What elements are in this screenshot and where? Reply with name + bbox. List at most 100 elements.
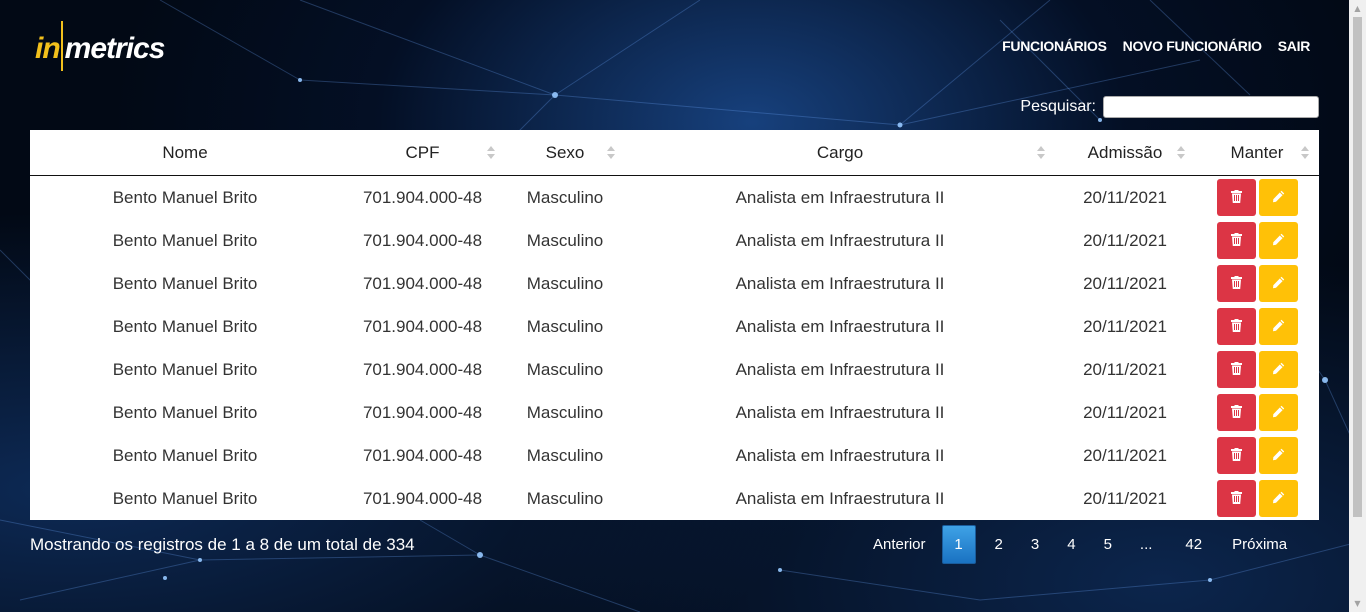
table-row: Bento Manuel Brito 701.904.000-48 Masculin… <box>30 477 1319 520</box>
sort-icon <box>1301 146 1309 160</box>
logo-metrics: metrics <box>64 31 166 65</box>
scroll-down-arrow-icon[interactable]: ▼ <box>1349 595 1366 612</box>
employees-table: Nome CPF Sexo Cargo Admissão Manter Bent… <box>30 130 1319 520</box>
cell-sexo: Masculino <box>526 273 604 293</box>
column-label-cpf: CPF <box>405 142 440 162</box>
cell-manter <box>1195 305 1319 348</box>
column-label-nome: Nome <box>162 142 208 162</box>
pencil-icon <box>1272 274 1285 294</box>
table-row: Bento Manuel Brito 701.904.000-48 Masculin… <box>30 176 1319 220</box>
delete-button[interactable] <box>1216 222 1256 259</box>
logo-in: in <box>35 31 61 65</box>
cell-cargo: Analista em Infraestrutura II <box>735 316 945 336</box>
cell-nome: Bento Manuel Brito <box>112 316 258 336</box>
table-row: Bento Manuel Brito 701.904.000-48 Masculin… <box>30 391 1319 434</box>
delete-button[interactable] <box>1216 351 1256 388</box>
column-header-sexo[interactable]: Sexo <box>505 130 625 176</box>
inmetrics-logo[interactable]: in metrics <box>35 21 166 75</box>
cell-admissao: 20/11/2021 <box>1083 488 1167 508</box>
pagination-page-1[interactable]: 1 <box>941 525 976 564</box>
delete-button[interactable] <box>1216 480 1256 517</box>
column-label-admissao: Admissão <box>1087 142 1163 162</box>
cell-manter <box>1195 176 1319 220</box>
delete-button[interactable] <box>1216 265 1256 302</box>
cell-sexo: Masculino <box>526 359 604 379</box>
cell-cpf: 701.904.000-48 <box>362 402 483 422</box>
pagination-ellipsis: ... <box>1139 535 1153 553</box>
pagination-previous-button[interactable]: Anterior <box>862 526 937 564</box>
nav-funcionarios-link[interactable]: FUNCIONÁRIOS <box>1002 38 1107 54</box>
cell-manter <box>1195 477 1319 520</box>
cell-sexo: Masculino <box>526 445 604 465</box>
edit-button[interactable] <box>1258 179 1298 216</box>
pagination-page-2[interactable]: 2 <box>981 526 1017 564</box>
sort-icon <box>1177 146 1185 160</box>
delete-button[interactable] <box>1216 437 1256 474</box>
delete-button[interactable] <box>1216 308 1256 345</box>
cell-nome: Bento Manuel Brito <box>112 402 258 422</box>
pagination-next-button[interactable]: Próxima <box>1221 526 1298 564</box>
table-row: Bento Manuel Brito 701.904.000-48 Masculin… <box>30 434 1319 477</box>
edit-button[interactable] <box>1258 308 1298 345</box>
sort-icon <box>607 146 615 160</box>
cell-nome: Bento Manuel Brito <box>112 488 258 508</box>
pencil-icon <box>1272 403 1285 423</box>
column-header-cargo[interactable]: Cargo <box>625 130 1055 176</box>
logo-divider <box>60 21 63 71</box>
edit-button[interactable] <box>1258 351 1298 388</box>
pagination-page-3[interactable]: 3 <box>1017 526 1053 564</box>
cell-cargo: Analista em Infraestrutura II <box>735 273 945 293</box>
edit-button[interactable] <box>1258 437 1298 474</box>
cell-sexo: Masculino <box>526 488 604 508</box>
trash-icon <box>1230 489 1242 509</box>
pencil-icon <box>1272 446 1285 466</box>
cell-nome: Bento Manuel Brito <box>112 230 258 250</box>
edit-button[interactable] <box>1258 265 1298 302</box>
pagination-page-42[interactable]: 42 <box>1166 526 1221 564</box>
cell-cargo: Analista em Infraestrutura II <box>735 402 945 422</box>
column-header-admissao[interactable]: Admissão <box>1055 130 1195 176</box>
cell-admissao: 20/11/2021 <box>1083 316 1167 336</box>
vertical-scrollbar[interactable]: ▲ ▼ <box>1349 0 1366 612</box>
pagination-page-5[interactable]: 5 <box>1090 526 1126 564</box>
delete-button[interactable] <box>1216 394 1256 431</box>
pagination-page-4[interactable]: 4 <box>1053 526 1089 564</box>
trash-icon <box>1230 446 1242 466</box>
cell-nome: Bento Manuel Brito <box>112 187 258 207</box>
table-header: Nome CPF Sexo Cargo Admissão Manter <box>30 130 1319 176</box>
delete-button[interactable] <box>1216 179 1256 216</box>
pencil-icon <box>1272 231 1285 251</box>
cell-manter <box>1195 262 1319 305</box>
column-header-nome[interactable]: Nome <box>30 130 340 176</box>
edit-button[interactable] <box>1258 480 1298 517</box>
cell-sexo: Masculino <box>526 402 604 422</box>
cell-cpf: 701.904.000-48 <box>362 273 483 293</box>
cell-cargo: Analista em Infraestrutura II <box>735 488 945 508</box>
scrollbar-thumb[interactable] <box>1353 17 1362 517</box>
nav-novo-funcionario-link[interactable]: NOVO FUNCIONÁRIO <box>1123 38 1262 54</box>
cell-admissao: 20/11/2021 <box>1083 402 1167 422</box>
table-row: Bento Manuel Brito 701.904.000-48 Masculin… <box>30 305 1319 348</box>
trash-icon <box>1230 317 1242 337</box>
top-navigation: FUNCIONÁRIOS NOVO FUNCIONÁRIO SAIR <box>1002 38 1310 54</box>
sort-icon <box>1037 146 1045 160</box>
edit-button[interactable] <box>1258 394 1298 431</box>
edit-button[interactable] <box>1258 222 1298 259</box>
scroll-up-arrow-icon[interactable]: ▲ <box>1349 0 1366 17</box>
pencil-icon <box>1272 188 1285 208</box>
search-label: Pesquisar: <box>1020 98 1096 115</box>
pagination: Anterior 1 2 3 4 5 ... 42 Próxima <box>862 525 1298 564</box>
cell-sexo: Masculino <box>526 316 604 336</box>
column-header-cpf[interactable]: CPF <box>340 130 505 176</box>
cell-manter <box>1195 434 1319 477</box>
search-input[interactable] <box>1103 96 1319 118</box>
cell-admissao: 20/11/2021 <box>1083 445 1167 465</box>
column-label-cargo: Cargo <box>816 142 864 162</box>
sort-icon <box>487 146 495 160</box>
trash-icon <box>1230 274 1242 294</box>
trash-icon <box>1230 188 1242 208</box>
table-row: Bento Manuel Brito 701.904.000-48 Masculin… <box>30 219 1319 262</box>
nav-sair-link[interactable]: SAIR <box>1278 38 1311 54</box>
column-header-manter[interactable]: Manter <box>1195 130 1319 176</box>
column-label-manter: Manter <box>1230 142 1284 162</box>
